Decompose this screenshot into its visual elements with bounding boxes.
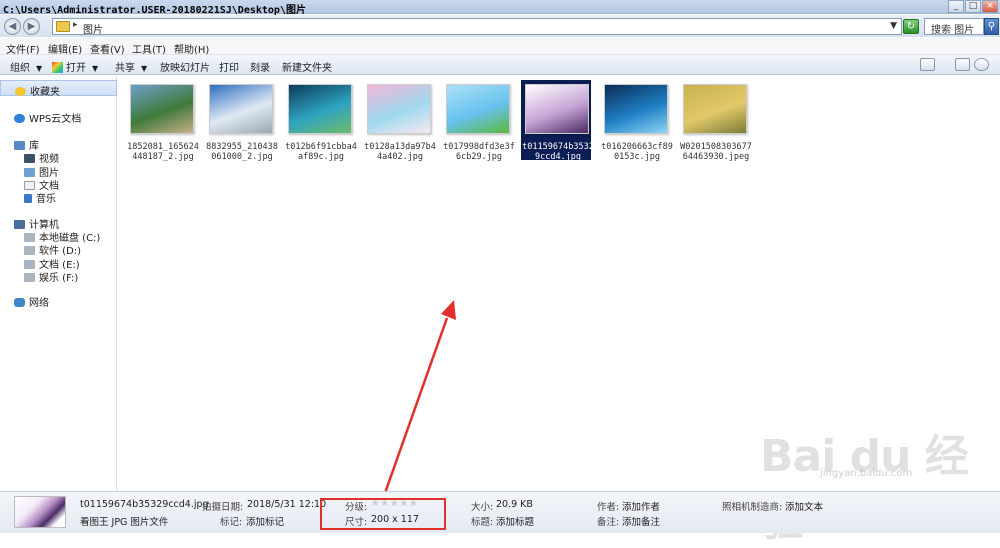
baidu-watermark-url: jingyan.baidu.com <box>820 468 913 479</box>
detail-filetype: 看图王 JPG 图片文件 <box>80 517 169 528</box>
arrow-head <box>441 300 456 320</box>
detail-title-label: 标题: <box>471 517 494 528</box>
detail-comments-field[interactable]: 添加备注 <box>622 514 660 528</box>
highlight-box <box>320 498 446 530</box>
detail-author-label: 作者: <box>597 502 620 513</box>
detail-camera-field[interactable]: 添加文本 <box>785 499 823 513</box>
selected-file-thumbnail <box>14 496 66 528</box>
details-pane: t01159674b35329ccd4.jpg 看图王 JPG 图片文件 拍摄日… <box>0 491 1000 533</box>
detail-comments-label: 备注: <box>597 517 620 528</box>
detail-tags-label: 标记: <box>220 517 243 528</box>
detail-date: 2018/5/31 12:10 <box>247 499 327 510</box>
detail-filesize-label: 大小: <box>471 502 494 513</box>
detail-date-label: 拍摄日期: <box>202 502 244 513</box>
detail-tags-field[interactable]: 添加标记 <box>246 514 284 528</box>
detail-author-field[interactable]: 添加作者 <box>622 499 660 513</box>
detail-title-field[interactable]: 添加标题 <box>496 514 534 528</box>
detail-filename: t01159674b35329ccd4.jpg <box>80 499 209 510</box>
arrow-shaft <box>383 317 449 494</box>
detail-camera-label: 照相机制造商: <box>722 502 783 513</box>
detail-filesize: 20.9 KB <box>496 499 533 510</box>
